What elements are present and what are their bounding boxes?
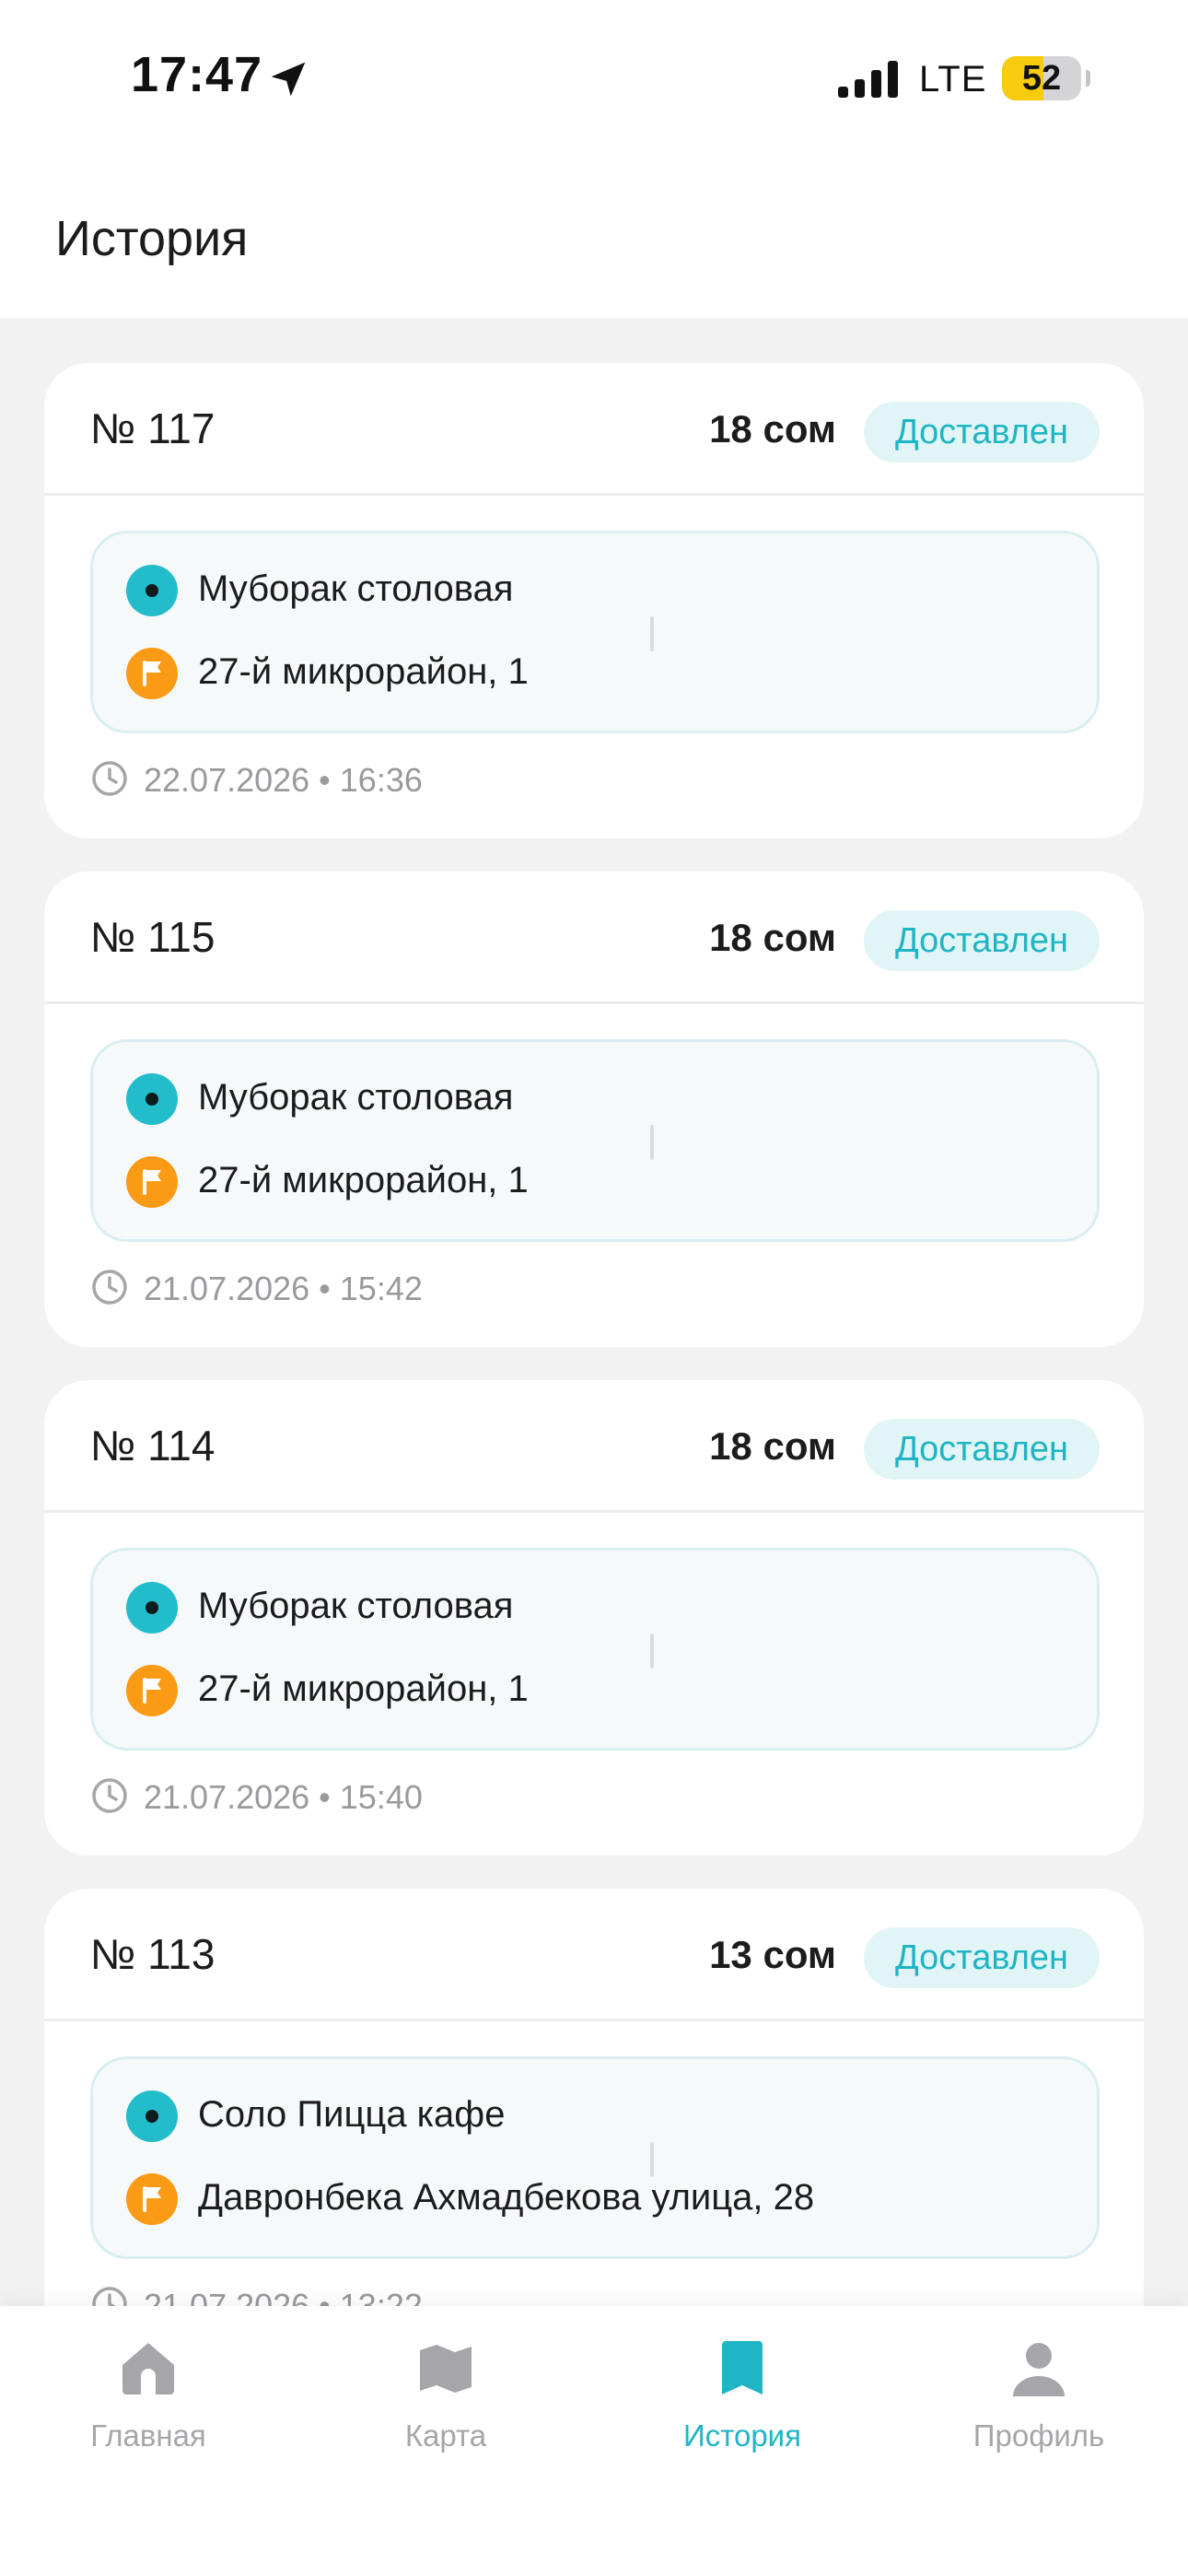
destination-address: 27-й микрорайон, 1 <box>198 651 529 692</box>
tab-profile[interactable]: Профиль <box>928 2339 1149 2468</box>
battery-icon: 52 <box>1002 56 1081 100</box>
order-number: № 113 <box>90 1930 215 1978</box>
order-number: № 114 <box>90 1422 215 1469</box>
status-bar: 17:47 LTE 52 <box>0 0 1188 161</box>
clock-icon <box>92 1778 127 1813</box>
route-divider <box>650 2142 654 2177</box>
person-icon <box>1013 2343 1065 2396</box>
route-divider <box>650 616 654 651</box>
order-card[interactable]: № 114 18 сом Доставлен Муборак столовая … <box>44 1380 1144 1856</box>
origin-address: Муборак столовая <box>198 1077 514 1118</box>
origin-address: Муборак столовая <box>198 1586 514 1626</box>
tab-label: История <box>683 2418 801 2453</box>
order-card[interactable]: № 117 18 сом Доставлен Муборак столовая … <box>44 363 1144 838</box>
route-box: Муборак столовая 27-й микрорайон, 1 <box>90 1548 1100 1751</box>
status-badge: Доставлен <box>864 1419 1100 1480</box>
origin-pin-icon <box>126 1073 178 1125</box>
destination-address: 27-й микрорайон, 1 <box>198 1160 529 1200</box>
route-divider <box>650 1125 654 1160</box>
route-box: Соло Пицца кафе Давронбека Ахмадбекова у… <box>90 2056 1100 2259</box>
flag-icon <box>126 648 178 699</box>
order-price: 18 сом <box>709 916 836 959</box>
map-icon <box>420 2345 472 2393</box>
tab-bar: Главная Карта История Профиль <box>0 2306 1188 2576</box>
battery-cap <box>1086 70 1090 87</box>
destination-address: 27-й микрорайон, 1 <box>198 1669 529 1709</box>
network-type: LTE <box>919 59 987 100</box>
order-price: 18 сом <box>709 1424 836 1468</box>
tab-label: Карта <box>404 2418 487 2453</box>
tab-home[interactable]: Главная <box>38 2339 259 2468</box>
origin-pin-icon <box>126 1582 178 1633</box>
datetime-text: 21.07.2026 • 15:40 <box>144 1778 423 1816</box>
flag-icon <box>126 2173 178 2225</box>
page-title: История <box>55 211 249 266</box>
order-price: 13 сом <box>709 1933 836 1976</box>
origin-pin-icon <box>126 2090 178 2142</box>
route-box: Муборак столовая 27-й микрорайон, 1 <box>90 531 1100 733</box>
order-price: 18 сом <box>709 407 836 451</box>
order-card-header: № 114 18 сом Доставлен <box>44 1380 1144 1513</box>
tab-label: Главная <box>90 2418 206 2453</box>
order-number: № 117 <box>90 404 215 452</box>
home-indicator[interactable] <box>399 2547 789 2559</box>
datetime-text: 22.07.2026 • 16:36 <box>144 761 423 799</box>
order-card-header: № 117 18 сом Доставлен <box>44 363 1144 496</box>
datetime-text: 21.07.2026 • 15:42 <box>144 1270 423 1307</box>
origin-pin-icon <box>126 565 178 616</box>
home-icon <box>122 2343 174 2395</box>
clock-icon <box>92 761 127 796</box>
status-badge: Доставлен <box>864 910 1100 971</box>
status-badge: Доставлен <box>864 1927 1100 1988</box>
route-box: Муборак столовая 27-й микрорайон, 1 <box>90 1039 1100 1242</box>
flag-icon <box>126 1665 178 1716</box>
bookmark-icon <box>722 2341 763 2395</box>
flag-icon <box>126 1156 178 1208</box>
clock-icon <box>92 1270 127 1305</box>
order-card[interactable]: № 115 18 сом Доставлен Муборак столовая … <box>44 872 1144 1347</box>
location-arrow-icon <box>271 62 306 97</box>
origin-address: Муборак столовая <box>198 568 514 609</box>
battery-level: 52 <box>1021 59 1062 98</box>
destination-address: Давронбека Ахмадбекова улица, 28 <box>198 2177 815 2218</box>
status-time: 17:47 <box>131 47 263 102</box>
tab-label: Профиль <box>973 2418 1105 2453</box>
tab-history[interactable]: История <box>632 2339 853 2468</box>
status-badge: Доставлен <box>864 402 1100 463</box>
order-card-header: № 115 18 сом Доставлен <box>44 872 1144 1004</box>
route-divider <box>650 1633 654 1669</box>
origin-address: Соло Пицца кафе <box>198 2094 506 2135</box>
tab-map[interactable]: Карта <box>335 2339 556 2468</box>
signal-strength-icon <box>838 61 898 98</box>
order-card-header: № 113 13 сом Доставлен <box>44 1889 1144 2021</box>
order-number: № 115 <box>90 913 215 961</box>
page-header: История <box>0 161 1188 318</box>
order-card[interactable]: № 113 13 сом Доставлен Соло Пицца кафе Д… <box>44 1889 1144 2364</box>
